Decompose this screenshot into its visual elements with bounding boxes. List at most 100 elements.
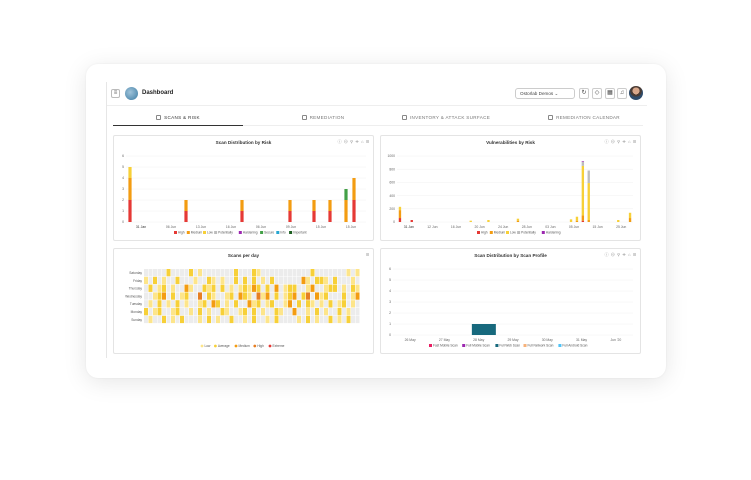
heatmap-cell xyxy=(144,300,148,308)
heatmap-cell xyxy=(144,315,148,324)
heatmap-cell xyxy=(162,284,166,292)
heatmap-cell xyxy=(243,308,247,316)
heatmap-cell xyxy=(220,300,225,308)
y-tick-label: 6 xyxy=(122,154,124,158)
heatmap-cell xyxy=(319,308,324,316)
heatmap-cell xyxy=(351,284,355,292)
menu-icon[interactable]: ☰ xyxy=(366,252,370,257)
heatmap-cell xyxy=(288,300,292,308)
heatmap-cell xyxy=(180,269,184,277)
heatmap-cell xyxy=(238,308,243,316)
bar-segment xyxy=(352,178,356,200)
heatmap-cell xyxy=(355,308,360,316)
heatmap-cell xyxy=(270,284,274,292)
heatmap-cell xyxy=(297,276,301,285)
bar-segment xyxy=(469,220,472,222)
bar-segment xyxy=(352,200,356,222)
heatmap-cell xyxy=(333,300,337,308)
chart-toolbar[interactable]: ⓘ ⊖ ⚲ ✛ ⌂ ☰ xyxy=(604,252,637,258)
heatmap-cell xyxy=(256,269,261,277)
heatmap-cell xyxy=(315,315,319,324)
x-tick-label: 15 Jun xyxy=(593,225,603,229)
heatmap-cell xyxy=(229,269,234,277)
legend-label: Full Network Scan xyxy=(528,344,554,348)
heatmap-cell xyxy=(175,284,180,292)
legend-label: Full Android Scan xyxy=(562,344,587,348)
heatmap-cell xyxy=(184,284,189,292)
heatmap-cell xyxy=(310,315,315,324)
heatmap-cell xyxy=(234,300,238,308)
heatmap-cell xyxy=(310,269,315,277)
bar-segment xyxy=(240,211,244,222)
bar-segment xyxy=(581,161,585,162)
tab-inventory[interactable]: INVENTORY & ATTACK SURFACE xyxy=(381,112,511,126)
heatmap-cell xyxy=(283,284,288,292)
legend-label: Potentially xyxy=(521,231,536,235)
legend-label: Hardening xyxy=(546,231,561,235)
scans-per-day-panel: Scans per day ☰ Saturday Friday Thursday We… xyxy=(113,248,374,354)
heatmap-cell xyxy=(274,269,279,277)
bar-segment xyxy=(328,200,332,211)
heatmap-cell xyxy=(229,284,234,292)
y-tick-label: 1000 xyxy=(387,154,395,158)
bar-segment xyxy=(312,200,316,211)
heatmap-cell xyxy=(220,284,225,292)
refresh-icon[interactable]: ↻ xyxy=(579,88,589,99)
legend-swatch xyxy=(506,231,509,234)
tab-scans-risk[interactable]: SCANS & RISK xyxy=(113,112,243,126)
heatmap-cell xyxy=(184,315,189,324)
heatmap-cell xyxy=(243,269,247,277)
heatmap-cell xyxy=(319,276,324,285)
bar-segment xyxy=(516,220,520,222)
chart-toolbar[interactable]: ⓘ ⊖ ⚲ ✛ ⌂ ☰ xyxy=(337,139,370,145)
heatmap-cell xyxy=(324,269,328,277)
x-tick-label: 31 Jan xyxy=(404,225,414,229)
legend-label: High xyxy=(178,231,185,235)
app-window: ≡ Dashboard Ostorlab Demos ⌄ ↻ ◇ ▦ ♫ SCA… xyxy=(106,82,647,358)
heatmap-cell xyxy=(202,269,207,277)
heatmap-cell xyxy=(292,300,297,308)
bell-icon[interactable]: ♫ xyxy=(617,88,627,99)
avatar[interactable] xyxy=(629,86,643,100)
calendar-icon xyxy=(548,115,554,120)
heatmap-cell xyxy=(301,284,306,292)
chart-toolbar[interactable]: ⓘ ⊖ ⚲ ✛ ⌂ ☰ xyxy=(604,139,637,145)
heatmap-cell xyxy=(351,276,355,285)
heatmap-cell xyxy=(234,284,238,292)
grid-icon[interactable]: ▦ xyxy=(605,88,615,99)
heatmap-cell xyxy=(225,284,229,292)
y-tick-label: 5 xyxy=(122,165,124,169)
bar-segment xyxy=(628,218,632,222)
shield-icon[interactable]: ◇ xyxy=(592,88,602,99)
organization-select[interactable]: Ostorlab Demos ⌄ xyxy=(515,88,575,99)
heatmap-cell xyxy=(162,292,166,300)
scan-profile-chart: 6 5 4 3 2 1 0 26 May 27 May 28 May 29 May 30 May 31 … xyxy=(389,267,633,348)
bar-segment xyxy=(398,210,402,219)
heatmap-cell xyxy=(270,269,274,277)
tab-remediation[interactable]: REMEDIATION xyxy=(268,112,378,126)
heatmap-cell xyxy=(157,276,162,285)
legend-label: Secure xyxy=(264,231,274,235)
heatmap-cell xyxy=(256,284,261,292)
heatmap-cell xyxy=(184,269,189,277)
heatmap-cell xyxy=(328,292,333,300)
heatmap-cell xyxy=(270,292,274,300)
heatmap-cell xyxy=(279,284,283,292)
heatmap-cell xyxy=(337,308,342,316)
heatmap-cell xyxy=(247,308,252,316)
heatmap-cell xyxy=(351,308,355,316)
legend-label: Medium xyxy=(239,344,251,348)
tab-remediation-calendar[interactable]: REMEDIATION CALENDAR xyxy=(525,112,643,126)
dashboard-tabs: SCANS & RISK REMEDIATION INVENTORY & ATT… xyxy=(113,112,643,126)
heatmap-cell xyxy=(184,300,189,308)
heatmap-cell xyxy=(306,269,310,277)
bar-segment xyxy=(581,215,585,221)
legend-swatch xyxy=(260,231,264,234)
legend-swatch xyxy=(477,231,480,234)
x-tick-label: 06 Jun xyxy=(256,225,266,229)
heatmap-cell xyxy=(180,284,184,292)
bar-segment xyxy=(328,211,332,222)
panel-title: Vulnerabilities by Risk xyxy=(486,140,535,145)
menu-icon[interactable]: ≡ xyxy=(111,89,120,98)
heatmap-cell xyxy=(207,300,211,308)
